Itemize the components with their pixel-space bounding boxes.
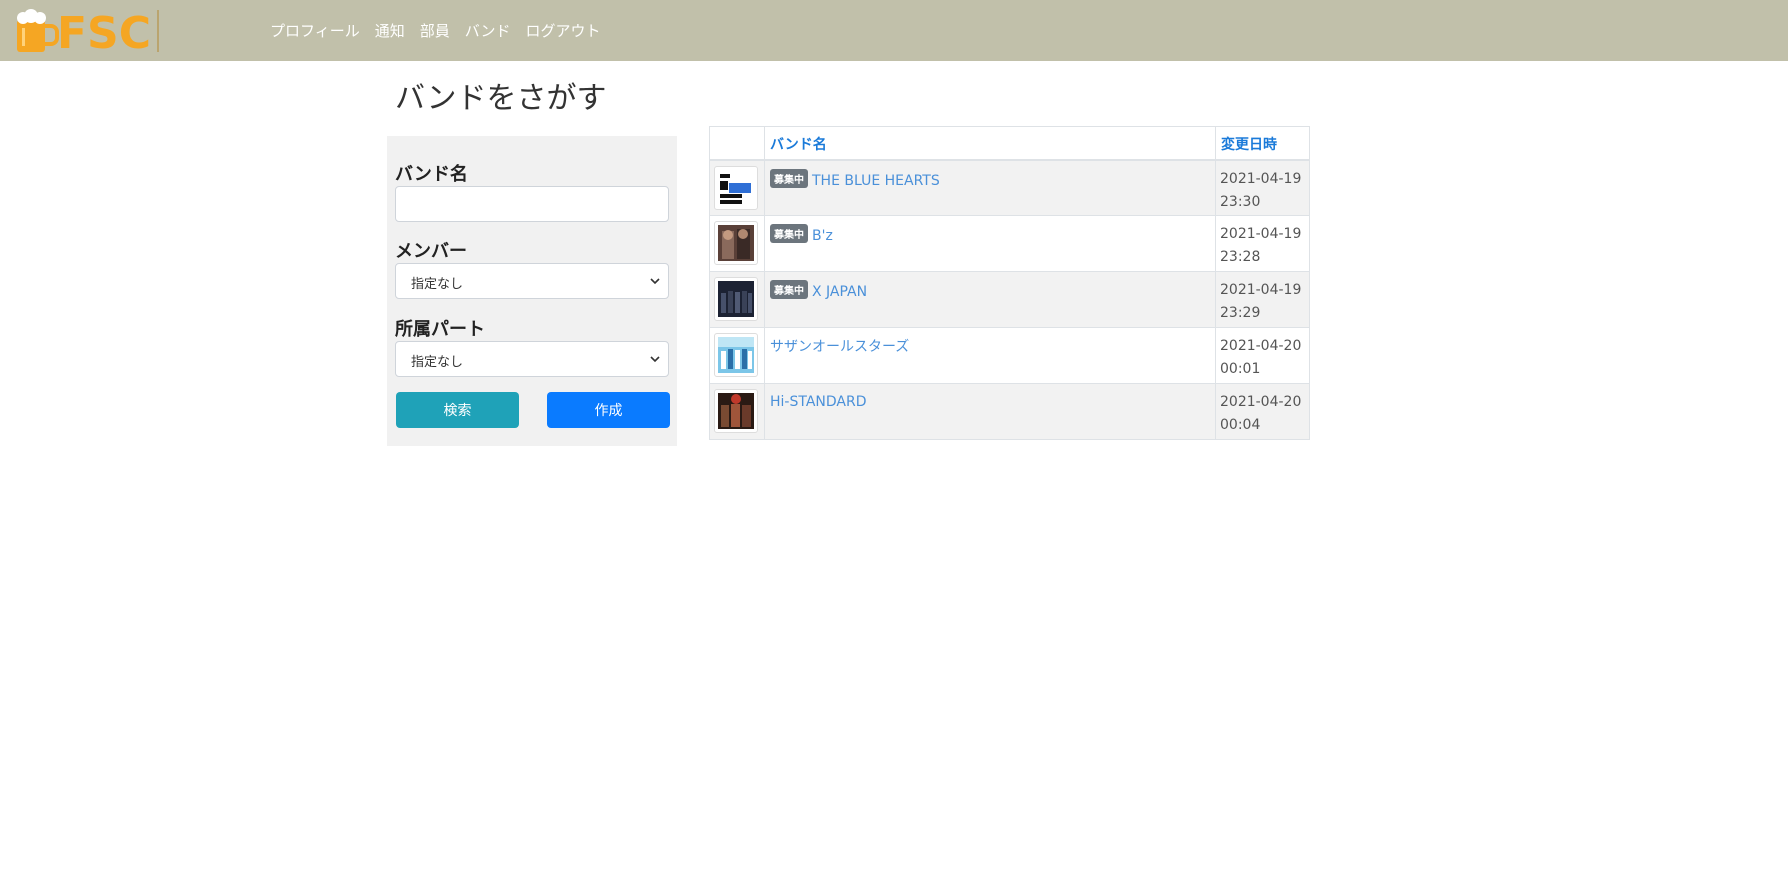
create-band-button[interactable]: 作成	[547, 392, 670, 428]
updated-date: 2021-04-20	[1220, 338, 1302, 354]
part-select-value: 指定なし	[411, 355, 464, 370]
band-thumbnail[interactable]	[714, 389, 758, 433]
chevron-down-icon	[650, 356, 660, 363]
updated-time: 00:04	[1220, 417, 1261, 433]
site-logo[interactable]: FSC	[15, 8, 165, 54]
band-name-label: バンド名	[395, 164, 468, 185]
band-link[interactable]: Hi-STANDARD	[770, 394, 867, 410]
table-row: 募集中 X JAPAN 2021-04-19 23:29	[709, 271, 1310, 328]
band-thumbnail[interactable]	[714, 221, 758, 265]
chevron-down-icon	[650, 278, 660, 285]
nav-bands[interactable]: バンド	[465, 20, 511, 41]
recruiting-badge: 募集中	[770, 224, 808, 243]
x-japan-cover-icon	[718, 281, 754, 317]
updated-date: 2021-04-19	[1220, 226, 1302, 242]
band-thumbnail[interactable]	[714, 165, 758, 210]
beer-mug-logo-icon: FSC	[17, 8, 159, 54]
band-name-header[interactable]: バンド名	[764, 126, 1216, 161]
member-label: メンバー	[395, 241, 467, 262]
updated-time: 00:01	[1220, 361, 1261, 377]
southern-all-stars-cover-icon	[718, 337, 754, 373]
table-header-row: バンド名 変更日時	[709, 126, 1310, 161]
updated-date: 2021-04-19	[1220, 282, 1302, 298]
hi-standard-cover-icon	[718, 393, 754, 429]
nav-notifications[interactable]: 通知	[375, 20, 405, 41]
band-table: バンド名 変更日時 募集中 THE BLUE HEARTS 2021-04-19…	[709, 126, 1310, 440]
logo-text: FSC	[57, 8, 151, 54]
table-row: Hi-STANDARD 2021-04-20 00:04	[709, 383, 1310, 440]
table-row: 募集中 B'z 2021-04-19 23:28	[709, 215, 1310, 272]
top-navbar: FSC プロフィール 通知 部員 バンド ログアウト	[0, 0, 1788, 61]
band-link[interactable]: X JAPAN	[812, 284, 867, 300]
part-label: 所属パート	[395, 319, 485, 340]
band-thumbnail[interactable]	[714, 277, 758, 321]
band-link[interactable]: サザンオールスターズ	[770, 339, 909, 355]
band-thumbnail[interactable]	[714, 333, 758, 377]
band-link[interactable]: B'z	[812, 228, 833, 244]
band-name-input[interactable]	[395, 186, 669, 222]
search-panel: バンド名 メンバー 指定なし 所属パート 指定なし 検索 作成	[387, 136, 677, 446]
main-nav: プロフィール 通知 部員 バンド ログアウト	[270, 0, 616, 61]
blue-hearts-cover-icon	[718, 169, 754, 206]
updated-date: 2021-04-19	[1220, 170, 1302, 187]
member-select-value: 指定なし	[411, 277, 464, 292]
recruiting-badge: 募集中	[770, 280, 808, 299]
page-title: バンドをさがす	[395, 81, 607, 116]
nav-profile[interactable]: プロフィール	[270, 20, 360, 41]
updated-header[interactable]: 変更日時	[1215, 126, 1310, 161]
nav-members[interactable]: 部員	[420, 20, 450, 41]
table-row: 募集中 THE BLUE HEARTS 2021-04-19 23:30	[709, 159, 1310, 216]
band-link[interactable]: THE BLUE HEARTS	[812, 173, 940, 189]
member-select[interactable]: 指定なし	[395, 263, 669, 299]
bz-cover-icon	[718, 225, 754, 261]
updated-date: 2021-04-20	[1220, 394, 1302, 410]
updated-time: 23:28	[1220, 249, 1261, 265]
recruiting-badge: 募集中	[770, 168, 808, 188]
thumb-header	[709, 126, 765, 161]
updated-time: 23:30	[1220, 193, 1261, 210]
nav-logout[interactable]: ログアウト	[526, 20, 601, 41]
table-row: サザンオールスターズ 2021-04-20 00:01	[709, 327, 1310, 384]
updated-time: 23:29	[1220, 305, 1261, 321]
search-button[interactable]: 検索	[396, 392, 519, 428]
part-select[interactable]: 指定なし	[395, 341, 669, 377]
